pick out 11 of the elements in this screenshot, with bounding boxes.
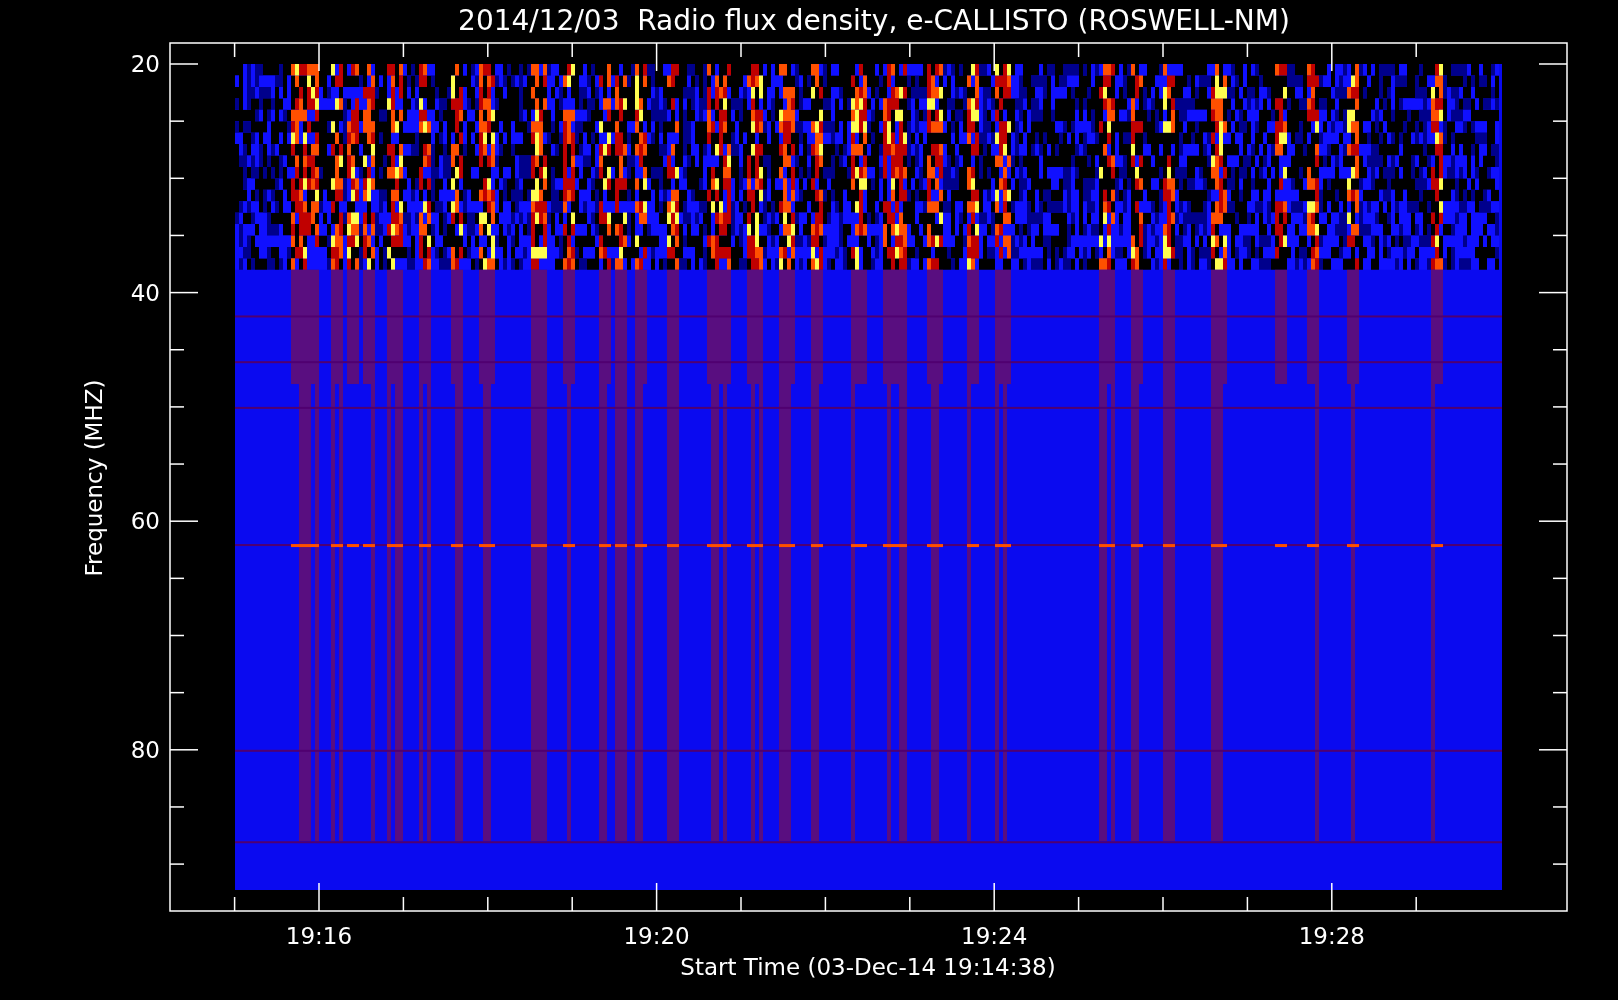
y-tick-label: 20 — [130, 51, 160, 77]
x-tick-label: 19:20 — [623, 923, 690, 949]
y-tick-label: 80 — [130, 736, 160, 763]
x-tick-label: 19:28 — [1298, 923, 1365, 949]
y-axis-label: Frequency (MHZ) — [81, 379, 107, 577]
y-tick-label: 60 — [130, 508, 160, 535]
y-tick-label: 40 — [130, 279, 160, 306]
chart-title: 2014/12/03 Radio flux density, e-CALLISTO (ROSWELL-NM) — [458, 4, 1290, 37]
x-axis-label: Start Time (03-Dec-14 19:14:38) — [680, 954, 1056, 980]
x-tick-label: 19:16 — [285, 923, 353, 949]
x-tick-label: 19:24 — [961, 923, 1028, 949]
